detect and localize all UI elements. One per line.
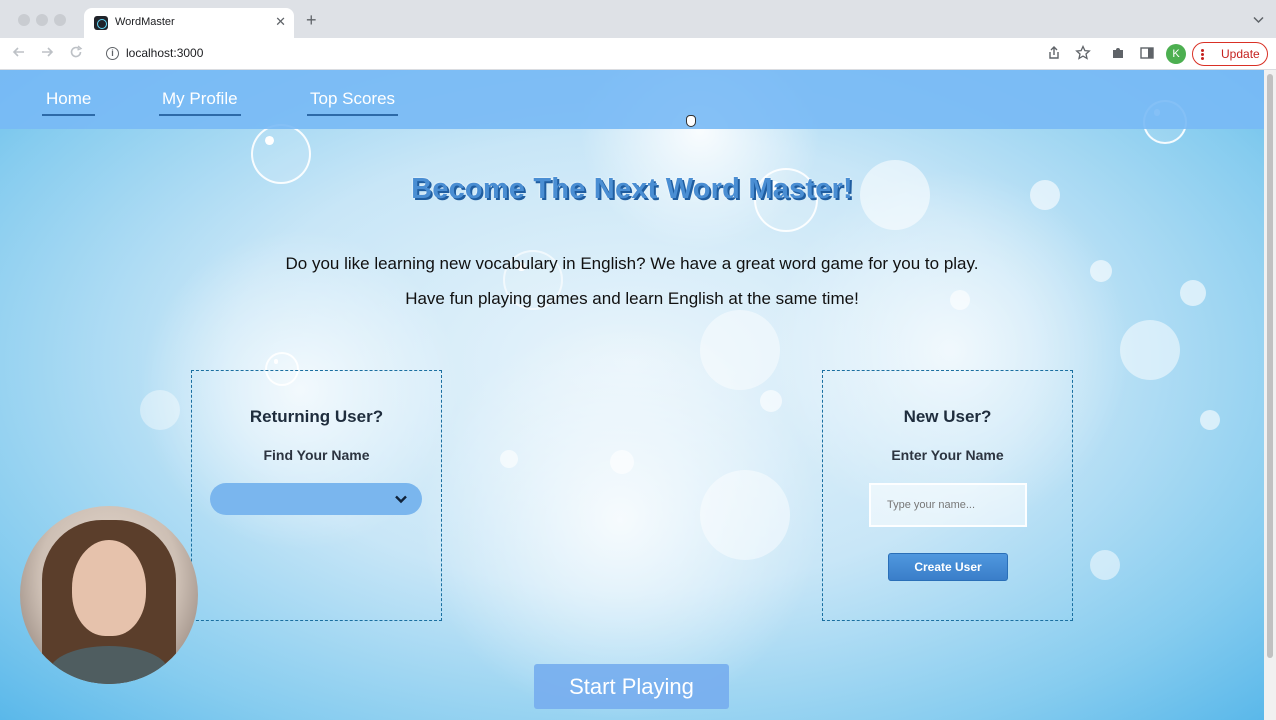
- reload-icon[interactable]: [69, 45, 83, 59]
- tab-close-icon[interactable]: ✕: [275, 14, 286, 30]
- page-scrollbar[interactable]: [1264, 70, 1276, 720]
- bookmark-star-icon[interactable]: [1075, 45, 1091, 61]
- new-user-name-input[interactable]: [869, 483, 1027, 527]
- nav-top-scores-link[interactable]: Top Scores: [307, 89, 399, 116]
- new-tab-button[interactable]: +: [306, 10, 317, 31]
- intro-text-line-1: Do you like learning new vocabulary in E…: [285, 254, 979, 273]
- tab-title: WordMaster: [115, 16, 175, 28]
- site-info-icon[interactable]: i: [106, 47, 119, 60]
- create-user-button[interactable]: Create User: [888, 553, 1008, 581]
- window-zoom-dot[interactable]: [54, 14, 66, 26]
- returning-user-card: Returning User? Find Your Name: [191, 370, 442, 621]
- intro-text-line-2: Have fun playing games and learn English…: [405, 289, 859, 308]
- bokeh-light: [1090, 550, 1120, 580]
- new-user-title: New User?: [903, 407, 992, 426]
- bokeh-light: [700, 310, 780, 390]
- bokeh-light: [760, 390, 782, 412]
- bokeh-light: [500, 450, 518, 468]
- window-minimize-dot[interactable]: [36, 14, 48, 26]
- profile-avatar[interactable]: K: [1166, 44, 1186, 64]
- user-name-select[interactable]: [210, 483, 422, 515]
- find-your-name-label: Find Your Name: [263, 447, 370, 463]
- new-user-card: New User? Enter Your Name Create User: [822, 370, 1073, 621]
- nav-home-link[interactable]: Home: [42, 89, 96, 116]
- window-close-dot[interactable]: [18, 14, 30, 26]
- scrollbar-thumb[interactable]: [1267, 74, 1273, 658]
- side-panel-icon[interactable]: [1139, 45, 1155, 61]
- address-bar[interactable]: i localhost:3000: [96, 41, 1106, 67]
- browser-tab-bar: WordMaster ✕ +: [0, 0, 1276, 38]
- update-button[interactable]: Update: [1192, 42, 1268, 66]
- bokeh-light: [1120, 320, 1180, 380]
- bokeh-light: [140, 390, 180, 430]
- forward-arrow-icon[interactable]: [40, 45, 54, 59]
- bokeh-light: [700, 470, 790, 560]
- webcam-overlay: [20, 506, 198, 684]
- bokeh-light: [1200, 410, 1220, 430]
- presenter-face: [72, 540, 146, 636]
- nav-my-profile-link[interactable]: My Profile: [159, 89, 241, 116]
- page-title: Become The Next Word Master!: [411, 173, 853, 205]
- browser-tab[interactable]: WordMaster ✕: [84, 8, 294, 38]
- top-navbar: Home My Profile Top Scores: [0, 70, 1264, 129]
- chevron-down-icon: [395, 495, 407, 504]
- browser-toolbar: i localhost:3000 K Update: [0, 38, 1276, 70]
- returning-user-title: Returning User?: [249, 407, 384, 426]
- back-arrow-icon[interactable]: [12, 45, 26, 59]
- tab-search-chevron-icon[interactable]: [1253, 14, 1264, 25]
- extensions-puzzle-icon[interactable]: [1110, 45, 1126, 61]
- url-text: localhost:3000: [126, 46, 204, 60]
- page-background: Home My Profile Top Scores Become The Ne…: [0, 70, 1264, 720]
- bokeh-light: [610, 450, 634, 474]
- hand-cursor-icon: [686, 115, 696, 127]
- react-favicon-icon: [94, 16, 108, 30]
- start-playing-button[interactable]: Start Playing: [534, 664, 729, 709]
- share-icon[interactable]: [1046, 45, 1062, 61]
- enter-your-name-label: Enter Your Name: [891, 447, 1004, 463]
